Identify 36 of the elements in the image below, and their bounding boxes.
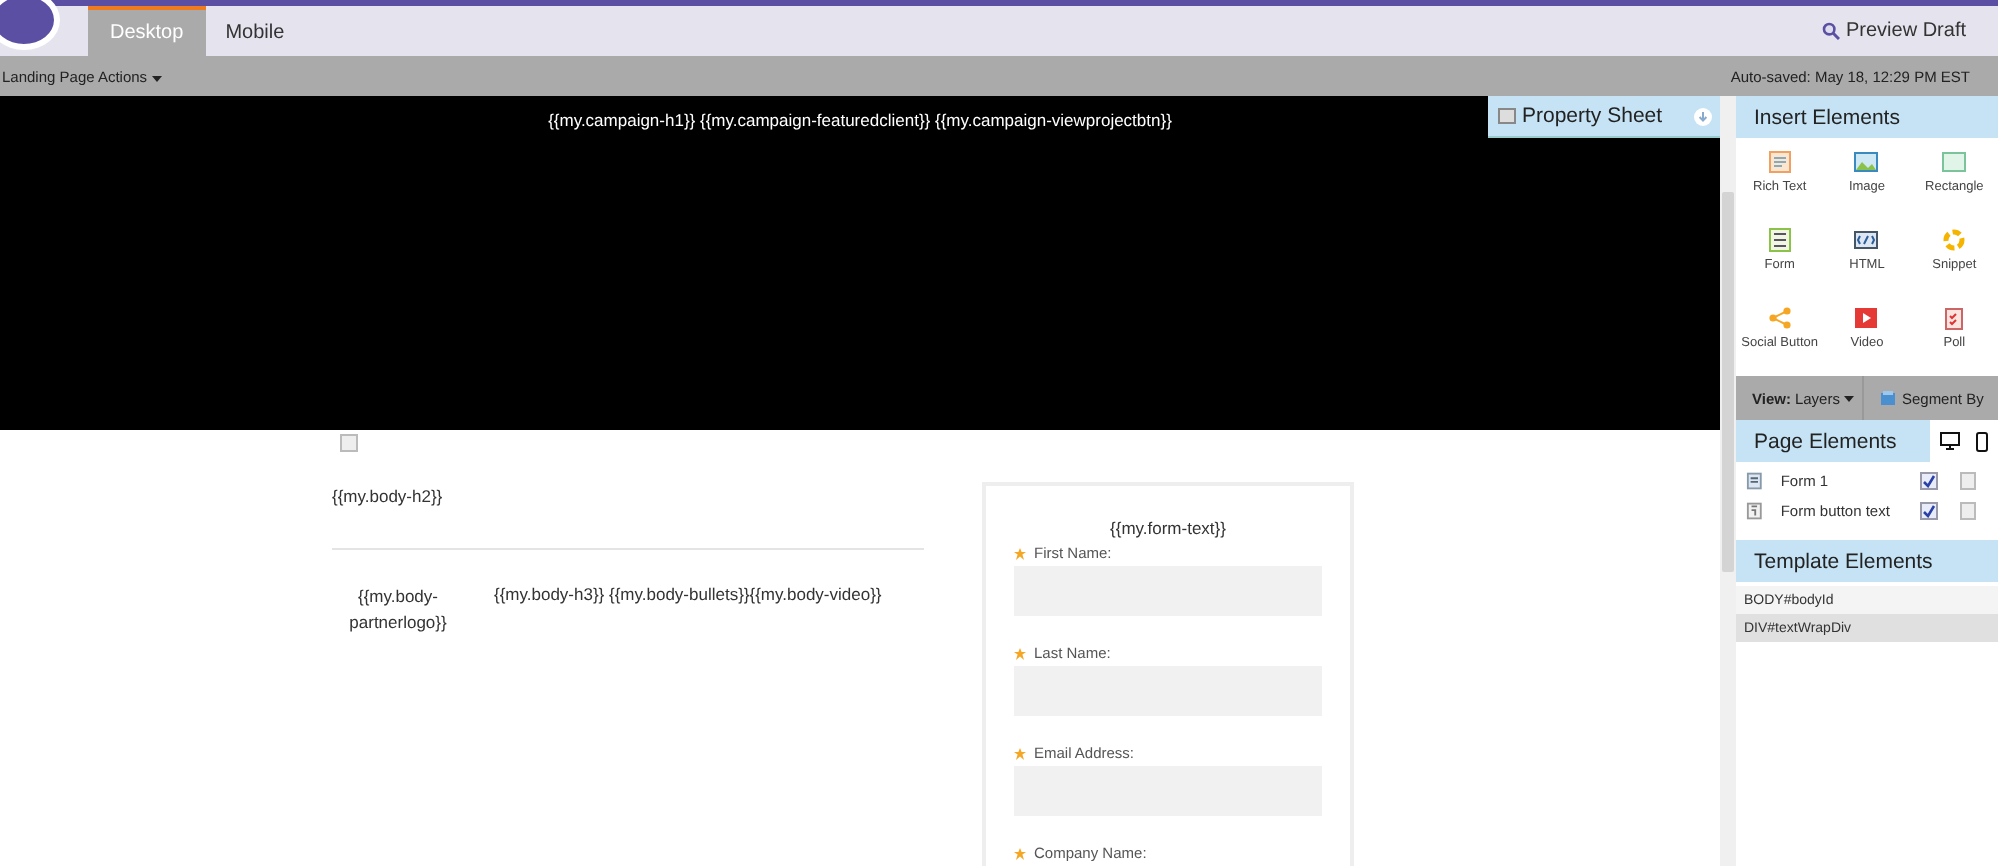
form-icon bbox=[1746, 472, 1763, 490]
checkbox[interactable] bbox=[1919, 502, 1938, 520]
hero-text: {{my.campaign-h1}} {{my.campaign-featuredclient}} {{my.campaign-viewprojectbtn}} bbox=[548, 110, 1172, 132]
form-title: {{my.form-text}} bbox=[1108, 518, 1228, 538]
form-icon bbox=[1767, 228, 1792, 252]
insert-elements-header: Insert Elements bbox=[1736, 96, 1998, 138]
desktop-icon bbox=[1940, 432, 1960, 450]
template-elements-header: Template Elements bbox=[1736, 540, 1998, 582]
button-element-icon bbox=[1746, 502, 1763, 520]
tab[interactable]: Mobile bbox=[205, 6, 305, 56]
checkbox[interactable] bbox=[1919, 472, 1938, 490]
mobile-icon bbox=[1976, 431, 1988, 451]
image-icon bbox=[1854, 150, 1879, 174]
down-arrow-icon[interactable] bbox=[1694, 107, 1712, 125]
preview-draft-button[interactable]: Preview Draft bbox=[1809, 6, 1978, 56]
checkbox[interactable] bbox=[1959, 502, 1977, 520]
page-elements-header: Page Elements bbox=[1754, 429, 1897, 453]
checklist-icon bbox=[1942, 306, 1967, 330]
search-icon bbox=[1821, 22, 1840, 40]
share-icon bbox=[1767, 306, 1792, 330]
body-content-text: {{my.body-h3}} {{my.body-bullets}}{{my.body-video}} bbox=[494, 584, 882, 608]
checkbox[interactable] bbox=[340, 434, 358, 452]
partner-logo-text: {{my.body-partnerlogo}} bbox=[347, 584, 449, 636]
caret-icon bbox=[1843, 395, 1854, 401]
checkbox[interactable] bbox=[1959, 472, 1977, 490]
segment-icon bbox=[1879, 390, 1896, 406]
rectangle-icon bbox=[1942, 150, 1967, 174]
body-heading: {{my.body-h2}} bbox=[332, 486, 445, 506]
play-icon bbox=[1854, 306, 1879, 330]
panel-icon bbox=[1498, 108, 1516, 124]
text-block-icon bbox=[1767, 150, 1792, 174]
caret-icon bbox=[151, 75, 162, 81]
snippet-icon bbox=[1942, 228, 1967, 252]
code-icon bbox=[1854, 228, 1879, 252]
property-sheet-header[interactable]: Property Sheet bbox=[1488, 96, 1720, 138]
scrollbar[interactable] bbox=[1720, 96, 1736, 866]
